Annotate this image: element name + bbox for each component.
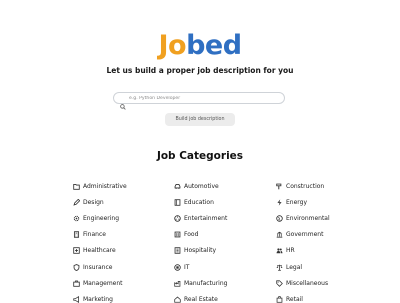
category-label: Government	[286, 231, 324, 238]
build-job-description-button[interactable]: Build job description	[165, 113, 235, 126]
film-icon	[174, 215, 181, 222]
search-icon	[120, 95, 126, 110]
globe-icon	[276, 215, 283, 222]
category-manufacturing[interactable]: Manufacturing	[174, 280, 227, 287]
category-label: Hospitality	[184, 247, 217, 254]
category-label: Entertainment	[184, 215, 228, 222]
category-label: Administrative	[83, 183, 127, 190]
category-entertainment[interactable]: Entertainment	[174, 215, 227, 222]
category-automotive[interactable]: Automotive	[174, 183, 219, 190]
category-label: Education	[184, 199, 214, 206]
category-label: Construction	[286, 183, 325, 190]
briefcase-icon	[73, 280, 80, 287]
category-environmental[interactable]: Environmental	[276, 215, 330, 222]
category-administrative[interactable]: Administrative	[73, 183, 127, 190]
calculator-icon	[73, 231, 80, 238]
medical-icon	[73, 247, 80, 254]
category-hospitality[interactable]: Hospitality	[174, 247, 216, 254]
category-management[interactable]: Management	[73, 280, 123, 287]
jobed-logo: Jobed	[0, 30, 400, 62]
tag-icon	[276, 280, 283, 287]
chip-icon	[174, 264, 181, 271]
category-label: Engineering	[83, 215, 119, 222]
logo-part-bed: bed	[186, 30, 242, 61]
tagline: Let us build a proper job description fo…	[106, 66, 294, 75]
category-label: HR	[286, 247, 295, 254]
section-title: Job Categories	[156, 150, 244, 162]
category-finance[interactable]: Finance	[73, 231, 106, 238]
category-education[interactable]: Education	[174, 199, 214, 206]
category-label: Management	[83, 280, 123, 287]
gear-icon	[73, 215, 80, 222]
hotel-icon	[174, 247, 181, 254]
category-label: IT	[184, 264, 190, 271]
search-box[interactable]	[113, 92, 285, 110]
job-title-input[interactable]	[129, 95, 279, 101]
logo-part-jo: Jo	[158, 30, 187, 61]
category-label: Miscellaneous	[286, 280, 329, 287]
category-label: Design	[83, 199, 104, 206]
category-engineering[interactable]: Engineering	[73, 215, 119, 222]
category-legal[interactable]: Legal	[276, 264, 302, 271]
pen-icon	[73, 199, 80, 206]
scales-icon	[276, 264, 283, 271]
shield-icon	[73, 264, 80, 271]
book-icon	[174, 199, 181, 206]
category-food[interactable]: Food	[174, 231, 198, 238]
car-icon	[174, 183, 181, 190]
category-government[interactable]: Government	[276, 231, 323, 238]
hammer-icon	[276, 183, 283, 190]
category-it[interactable]: IT	[174, 264, 189, 271]
category-construction[interactable]: Construction	[276, 183, 324, 190]
utensils-icon	[174, 231, 181, 238]
category-design[interactable]: Design	[73, 199, 104, 206]
category-healthcare[interactable]: Healthcare	[73, 247, 116, 254]
lightning-icon	[276, 199, 283, 206]
category-label: Healthcare	[83, 247, 116, 254]
category-label: Automotive	[184, 183, 219, 190]
factory-icon	[174, 280, 181, 287]
folder-icon	[73, 183, 80, 190]
category-miscellaneous[interactable]: Miscellaneous	[276, 280, 328, 287]
category-label: Food	[184, 231, 199, 238]
category-label: Environmental	[286, 215, 330, 222]
category-label: Finance	[83, 231, 106, 238]
category-label: Manufacturing	[184, 280, 228, 287]
category-label: Energy	[286, 199, 308, 206]
category-label: Insurance	[83, 264, 113, 271]
users-icon	[276, 247, 283, 254]
category-label: Legal	[286, 264, 303, 271]
building-icon	[276, 231, 283, 238]
category-insurance[interactable]: Insurance	[73, 264, 112, 271]
category-energy[interactable]: Energy	[276, 199, 307, 206]
category-hr[interactable]: HR	[276, 247, 295, 254]
